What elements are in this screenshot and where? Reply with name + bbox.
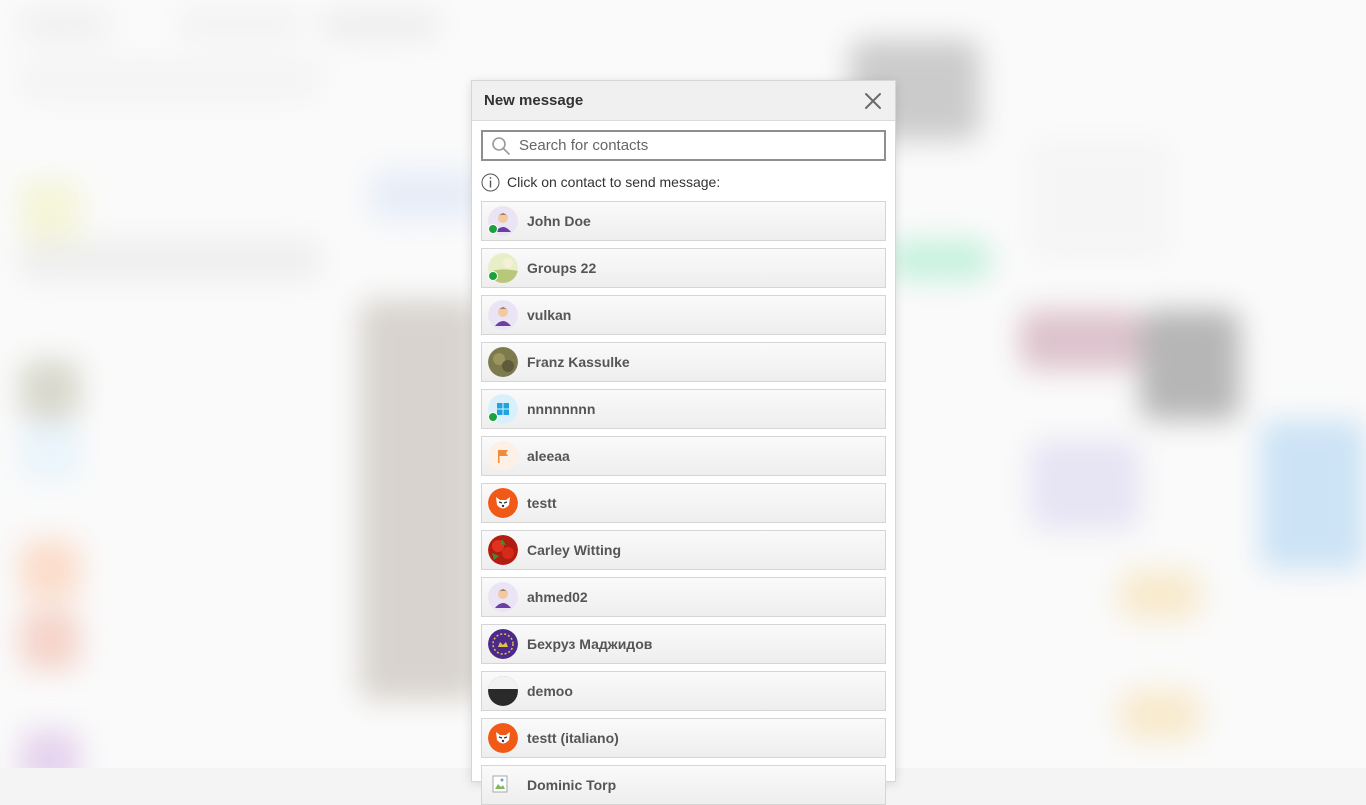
contact-item[interactable]: aleeaa bbox=[481, 436, 886, 476]
fox-avatar-icon bbox=[488, 723, 518, 753]
tomatoes-avatar-icon bbox=[488, 535, 518, 565]
contact-item[interactable]: testt bbox=[481, 483, 886, 523]
contact-name: aleeaa bbox=[527, 448, 570, 464]
contact-item[interactable]: ahmed02 bbox=[481, 577, 886, 617]
contact-name: Dominic Torp bbox=[527, 777, 617, 793]
broken-image-avatar-icon bbox=[488, 770, 518, 800]
close-button[interactable] bbox=[863, 91, 883, 111]
contact-name: Бехруз Маджидов bbox=[527, 636, 653, 652]
contact-item[interactable]: vulkan bbox=[481, 295, 886, 335]
flag-avatar-icon bbox=[488, 441, 518, 471]
dialog-header: New message bbox=[472, 81, 895, 121]
instruction-row: Click on contact to send message: bbox=[481, 172, 886, 192]
search-input[interactable] bbox=[519, 132, 884, 159]
online-status-icon bbox=[488, 271, 498, 281]
contact-item[interactable]: Бехруз Маджидов bbox=[481, 624, 886, 664]
online-status-icon bbox=[488, 412, 498, 422]
contact-name: testt bbox=[527, 495, 557, 511]
contact-name: demoo bbox=[527, 683, 573, 699]
online-status-icon bbox=[488, 224, 498, 234]
contact-item[interactable]: Carley Witting bbox=[481, 530, 886, 570]
dark-avatar-icon bbox=[488, 676, 518, 706]
dialog-title: New message bbox=[484, 92, 584, 109]
contact-name: Franz Kassulke bbox=[527, 354, 630, 370]
contact-name: Groups 22 bbox=[527, 260, 597, 276]
close-icon[interactable] bbox=[863, 91, 883, 111]
person-avatar-icon bbox=[488, 206, 518, 236]
contact-name: ahmed02 bbox=[527, 589, 588, 605]
instruction-text: Click on contact to send message: bbox=[507, 174, 721, 190]
contact-item[interactable]: Franz Kassulke bbox=[481, 342, 886, 382]
contact-item[interactable]: Groups 22 bbox=[481, 248, 886, 288]
info-icon bbox=[481, 173, 500, 192]
contact-name: John Doe bbox=[527, 213, 591, 229]
person-avatar-icon bbox=[488, 300, 518, 330]
new-message-dialog: New message Click on contact to send mes… bbox=[471, 80, 896, 805]
contact-name: testt (italiano) bbox=[527, 730, 619, 746]
landscape-avatar-icon bbox=[488, 253, 518, 283]
search-box[interactable] bbox=[481, 130, 886, 161]
fox-avatar-icon bbox=[488, 488, 518, 518]
emblem-avatar-icon bbox=[488, 629, 518, 659]
contact-item[interactable]: John Doe bbox=[481, 201, 886, 241]
contact-item[interactable]: demoo bbox=[481, 671, 886, 711]
contact-item[interactable]: Dominic Torp bbox=[481, 765, 886, 805]
contact-item[interactable]: nnnnnnnn bbox=[481, 389, 886, 429]
photo-avatar-icon bbox=[488, 347, 518, 377]
windows-logo-avatar-icon bbox=[488, 394, 518, 424]
contact-name: nnnnnnnn bbox=[527, 401, 596, 417]
contact-name: vulkan bbox=[527, 307, 572, 323]
contact-list: John Doe Groups 22 vulkan Franz Kassulke… bbox=[481, 201, 886, 805]
contact-name: Carley Witting bbox=[527, 542, 621, 558]
person-avatar-icon bbox=[488, 582, 518, 612]
contact-item[interactable]: testt (italiano) bbox=[481, 718, 886, 758]
search-icon bbox=[491, 135, 513, 157]
